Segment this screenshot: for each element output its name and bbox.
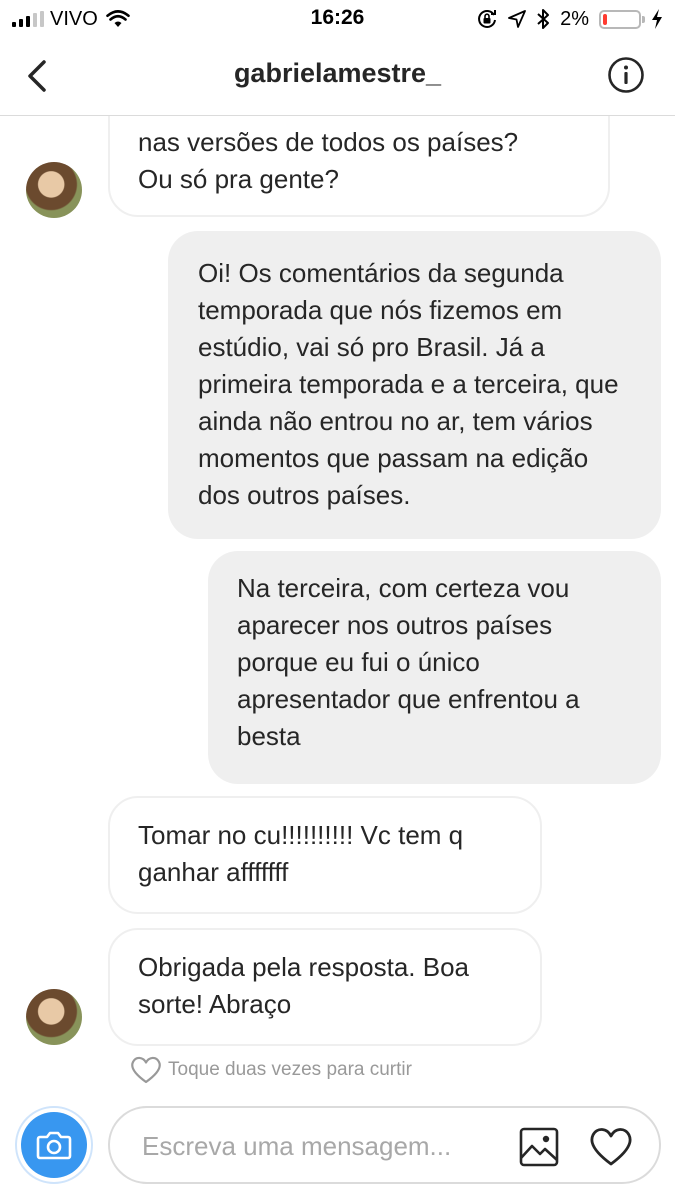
camera-button[interactable]: [15, 1106, 93, 1184]
charging-bolt-icon: [652, 9, 662, 29]
message-bubble-incoming[interactable]: nas versões de todos os países? Ou só pr…: [108, 116, 610, 217]
message-bubble-incoming[interactable]: Obrigada pela resposta. Boa sorte! Abraç…: [108, 928, 542, 1046]
orientation-lock-icon: [478, 10, 497, 28]
battery-percent: 2%: [560, 7, 589, 30]
location-icon: [508, 10, 526, 28]
message-text: Tomar no cu!!!!!!!!!! Vc tem q ganhar af…: [138, 820, 464, 887]
info-icon[interactable]: [607, 56, 645, 94]
message-bubble-outgoing[interactable]: Na terceira, com certeza vou aparecer no…: [208, 551, 661, 784]
status-bar: VIVO 16:26 2%: [0, 0, 675, 38]
message-composer: [108, 1106, 661, 1184]
chat-header: gabrielamestre_: [0, 38, 675, 116]
message-thread[interactable]: nas versões de todos os países? Ou só pr…: [0, 116, 675, 1088]
battery-level-fill: [603, 13, 607, 25]
heart-outline-icon: [131, 1056, 161, 1084]
heart-icon[interactable]: [588, 1126, 634, 1168]
camera-icon: [36, 1131, 72, 1160]
message-bubble-incoming[interactable]: Tomar no cu!!!!!!!!!! Vc tem q ganhar af…: [108, 796, 542, 914]
avatar[interactable]: [26, 162, 82, 218]
like-hint-text: Toque duas vezes para curtir: [168, 1059, 412, 1080]
message-bubble-outgoing[interactable]: Oi! Os comentários da segunda temporada …: [168, 231, 661, 539]
message-text: Obrigada pela resposta. Boa sorte! Abraç…: [138, 952, 469, 1019]
double-tap-like-hint[interactable]: Toque duas vezes para curtir: [130, 1054, 412, 1086]
bluetooth-icon: [537, 9, 550, 29]
avatar[interactable]: [26, 989, 82, 1045]
message-text: nas versões de todos os países? Ou só pr…: [138, 127, 519, 194]
message-text: Oi! Os comentários da segunda temporada …: [198, 258, 619, 510]
conversation-title[interactable]: gabrielamestre_: [0, 58, 675, 89]
battery-icon: [599, 9, 645, 29]
message-input[interactable]: [142, 1126, 502, 1166]
message-text: Na terceira, com certeza vou aparecer no…: [237, 573, 580, 751]
gallery-icon[interactable]: [518, 1126, 560, 1168]
camera-button-inner: [21, 1112, 87, 1178]
status-right: 2%: [476, 6, 663, 32]
